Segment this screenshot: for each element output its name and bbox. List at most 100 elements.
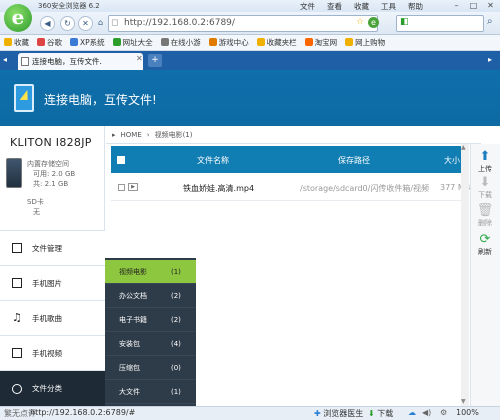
google-icon	[37, 38, 45, 46]
upload-button[interactable]: ⬆ 上传	[472, 150, 498, 174]
cloud-icon[interactable]: ☁	[408, 408, 416, 417]
game-icon	[208, 38, 217, 46]
category-count: (2)	[171, 315, 181, 324]
file-name[interactable]: 铁血娇娃.高清.mp4	[183, 183, 254, 194]
star-icon[interactable]: ☆	[356, 17, 364, 27]
menu-bar: 文件 查看 收藏 工具 帮助	[300, 1, 423, 12]
file-path: /storage/sdcard0/闪传收件箱/视频	[300, 184, 430, 193]
page-icon	[21, 57, 29, 66]
bookmark-item[interactable]: 网址大全	[112, 37, 153, 48]
ie-mode-icon[interactable]: e	[368, 17, 379, 28]
xp-icon	[70, 38, 78, 46]
bookmark-item[interactable]: 淘宝网	[304, 37, 337, 48]
menu-tools[interactable]: 工具	[381, 1, 396, 12]
film-icon	[12, 348, 22, 358]
chevron-right-icon[interactable]: ▸	[488, 55, 492, 64]
bookmark-item[interactable]: 收藏	[4, 37, 29, 48]
column-header-size[interactable]: 大小	[444, 155, 460, 166]
new-tab-button[interactable]: +	[148, 54, 162, 67]
scroll-down-icon[interactable]: ▼	[461, 398, 466, 405]
image-icon	[12, 278, 22, 288]
bookmark-item[interactable]: XP系统	[70, 37, 105, 48]
trash-icon: 🗑	[476, 203, 494, 218]
sidebar-item-music[interactable]: ♫ 手机歌曲	[0, 300, 105, 335]
search-input[interactable]	[396, 15, 484, 32]
category-item-apks[interactable]: 安装包 (4)	[105, 332, 196, 356]
zoom-level[interactable]: 100%	[456, 408, 479, 417]
phone-icon	[12, 243, 22, 253]
bookmark-item[interactable]: 谷歌	[37, 37, 62, 48]
internal-storage-available: 可用: 2.0 GB	[33, 170, 76, 178]
bookmark-item[interactable]: 收藏夹栏	[256, 37, 297, 48]
download-icon: ⬇	[479, 175, 491, 190]
scroll-up-icon[interactable]: ▲	[461, 144, 466, 151]
video-file-icon: ▶	[128, 183, 138, 191]
music-icon: ♫	[12, 311, 22, 324]
status-url: http://192.168.0.2:6789/#	[30, 408, 136, 417]
settings-icon[interactable]: ⚙	[440, 408, 447, 417]
delete-button[interactable]: 🗑 删除	[472, 204, 498, 228]
browser-logo-icon: e	[4, 4, 32, 32]
breadcrumb-current: 视频电影(1)	[154, 130, 193, 139]
category-item-documents[interactable]: 办公文档 (2)	[105, 284, 196, 308]
speaker-icon[interactable]: ◀)	[422, 408, 431, 417]
app-title: 360安全浏览器 6.2	[38, 2, 100, 10]
search-engine-icon[interactable]: ◧	[400, 17, 409, 27]
sd-card-value: 无	[33, 208, 40, 216]
home-icon[interactable]: ⌂	[93, 16, 108, 31]
chevron-right-icon: ▸	[112, 130, 116, 139]
category-item-large-files[interactable]: 大文件 (1)	[105, 380, 196, 404]
category-item-ebooks[interactable]: 电子书籍 (2)	[105, 308, 196, 332]
category-count: (2)	[171, 291, 181, 300]
star-icon	[4, 38, 12, 46]
bookmark-item[interactable]: 游戏中心	[208, 37, 249, 48]
sidebar-item-videos[interactable]: 手机视频	[0, 335, 105, 370]
bookmarks-bar: 收藏 谷歌 XP系统 网址大全 在线小游 游戏中心 收藏夹栏 淘宝网 网上购物	[0, 35, 500, 51]
menu-help[interactable]: 帮助	[408, 1, 423, 12]
back-icon[interactable]: ◀	[40, 16, 55, 31]
page-icon	[160, 38, 169, 46]
tab-close-icon[interactable]: ✕	[136, 54, 143, 63]
breadcrumb-home[interactable]: HOME	[121, 131, 142, 139]
minimize-icon[interactable]: –	[448, 0, 465, 12]
folder-icon	[345, 38, 354, 46]
globe-icon	[112, 38, 121, 46]
bookmark-item[interactable]: 在线小游	[160, 37, 201, 48]
url-text[interactable]: http://192.168.0.2:6789/	[124, 18, 235, 28]
category-count: (0)	[171, 363, 181, 372]
close-icon[interactable]: ✕	[482, 0, 499, 12]
category-item-archives[interactable]: 压缩包 (0)	[105, 356, 196, 380]
chevron-left-icon[interactable]: ◂	[3, 55, 7, 64]
tab-active[interactable]: 连接电脑，互传文件.	[18, 53, 143, 70]
sidebar-item-photos[interactable]: 手机图片	[0, 265, 105, 300]
refresh-button[interactable]: ⟳ 刷新	[472, 233, 498, 257]
download-manager-button[interactable]: ⬇ 下载	[368, 408, 393, 419]
internal-storage-label: 内置存储空间	[27, 160, 69, 168]
folder-icon	[256, 38, 265, 46]
menu-file[interactable]: 文件	[300, 1, 315, 12]
column-header-name[interactable]: 文件名称	[197, 155, 229, 166]
menu-view[interactable]: 查看	[327, 1, 342, 12]
doctor-icon: ✚	[314, 409, 321, 418]
browser-doctor-button[interactable]: ✚ 浏览器医生	[314, 408, 363, 419]
sidebar-item-categories[interactable]: 文件分类	[0, 370, 105, 406]
menu-favorites[interactable]: 收藏	[354, 1, 369, 12]
vertical-scrollbar[interactable]	[461, 144, 469, 406]
download-button[interactable]: ⬇ 下载	[472, 176, 498, 200]
header-title: 连接电脑，互传文件!	[44, 93, 157, 107]
search-icon[interactable]: ⌕	[487, 16, 493, 27]
taobao-icon	[304, 38, 313, 46]
breadcrumb-separator: ›	[146, 130, 150, 139]
category-icon	[12, 383, 22, 394]
stop-icon[interactable]: ✕	[78, 16, 93, 31]
refresh-icon[interactable]: ↻	[60, 16, 75, 31]
category-item-videos[interactable]: 视频电影 (1)	[105, 260, 196, 284]
select-all-checkbox[interactable]	[117, 156, 125, 164]
maximize-icon[interactable]: □	[465, 0, 482, 12]
sidebar-item-file-manager[interactable]: 文件管理	[0, 230, 105, 265]
bookmark-item[interactable]: 网上购物	[345, 37, 385, 48]
breadcrumb: ▸ HOME › 视频电影(1)	[106, 126, 481, 144]
column-header-path[interactable]: 保存路径	[338, 155, 370, 166]
sd-card-label: SD卡	[27, 198, 44, 206]
row-checkbox[interactable]	[118, 184, 125, 191]
